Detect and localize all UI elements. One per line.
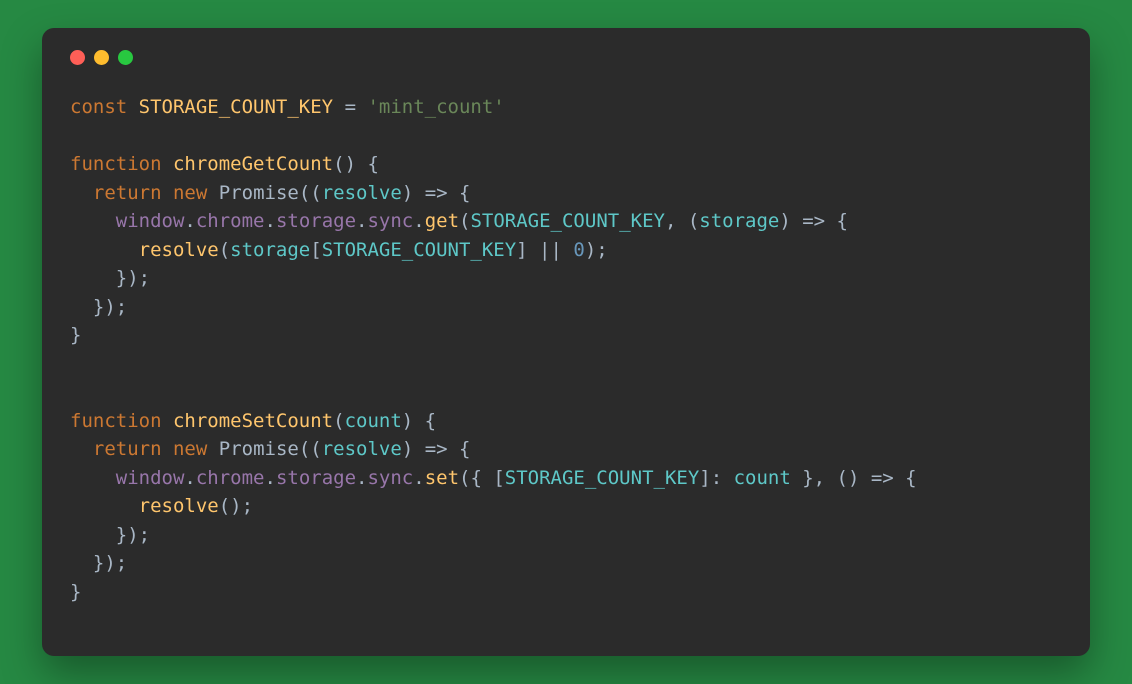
- param-resolve: resolve: [322, 182, 402, 204]
- keyword-return: return: [93, 438, 162, 460]
- keyword-function: function: [70, 410, 162, 432]
- close-icon[interactable]: [70, 50, 85, 65]
- code-line: });: [70, 552, 127, 574]
- minimize-icon[interactable]: [94, 50, 109, 65]
- keyword-new: new: [173, 182, 207, 204]
- code-line: resolve();: [70, 495, 253, 517]
- ref-storage-key: STORAGE_COUNT_KEY: [505, 467, 699, 489]
- prop-sync: sync: [367, 210, 413, 232]
- code-line: }: [70, 324, 81, 346]
- code-block: const STORAGE_COUNT_KEY = 'mint_count' f…: [70, 93, 1062, 606]
- code-line: const STORAGE_COUNT_KEY = 'mint_count': [70, 96, 505, 118]
- code-line: return new Promise((resolve) => {: [70, 438, 470, 460]
- ref-count: count: [734, 467, 791, 489]
- prop-storage: storage: [276, 210, 356, 232]
- code-line: window.chrome.storage.sync.get(STORAGE_C…: [70, 210, 848, 232]
- method-get: get: [425, 210, 459, 232]
- param-storage: storage: [699, 210, 779, 232]
- function-name: chromeSetCount: [173, 410, 333, 432]
- call-resolve: resolve: [139, 495, 219, 517]
- keyword-const: const: [70, 96, 127, 118]
- code-line: });: [70, 524, 150, 546]
- code-line: window.chrome.storage.sync.set({ [STORAG…: [70, 467, 917, 489]
- ref-storage: storage: [230, 239, 310, 261]
- class-promise: Promise: [219, 182, 299, 204]
- code-line: }: [70, 581, 81, 603]
- param-count: count: [345, 410, 402, 432]
- number-zero: 0: [573, 239, 584, 261]
- call-resolve: resolve: [139, 239, 219, 261]
- code-line: function chromeSetCount(count) {: [70, 410, 436, 432]
- method-set: set: [425, 467, 459, 489]
- zoom-icon[interactable]: [118, 50, 133, 65]
- identifier-storage-key: STORAGE_COUNT_KEY: [139, 96, 333, 118]
- function-name: chromeGetCount: [173, 153, 333, 175]
- code-line: });: [70, 296, 127, 318]
- prop-sync: sync: [367, 467, 413, 489]
- code-line: return new Promise((resolve) => {: [70, 182, 470, 204]
- prop-window: window: [116, 210, 185, 232]
- keyword-new: new: [173, 438, 207, 460]
- prop-storage: storage: [276, 467, 356, 489]
- arg-storage-key: STORAGE_COUNT_KEY: [470, 210, 664, 232]
- prop-window: window: [116, 467, 185, 489]
- code-line: });: [70, 267, 150, 289]
- keyword-return: return: [93, 182, 162, 204]
- prop-chrome: chrome: [196, 210, 265, 232]
- code-window: const STORAGE_COUNT_KEY = 'mint_count' f…: [42, 28, 1090, 656]
- code-line: resolve(storage[STORAGE_COUNT_KEY] || 0)…: [70, 239, 608, 261]
- param-resolve: resolve: [322, 438, 402, 460]
- ref-storage-key: STORAGE_COUNT_KEY: [322, 239, 516, 261]
- string-literal: 'mint_count': [367, 96, 504, 118]
- window-titlebar: [70, 50, 1062, 65]
- class-promise: Promise: [219, 438, 299, 460]
- keyword-function: function: [70, 153, 162, 175]
- prop-chrome: chrome: [196, 467, 265, 489]
- code-line: function chromeGetCount() {: [70, 153, 379, 175]
